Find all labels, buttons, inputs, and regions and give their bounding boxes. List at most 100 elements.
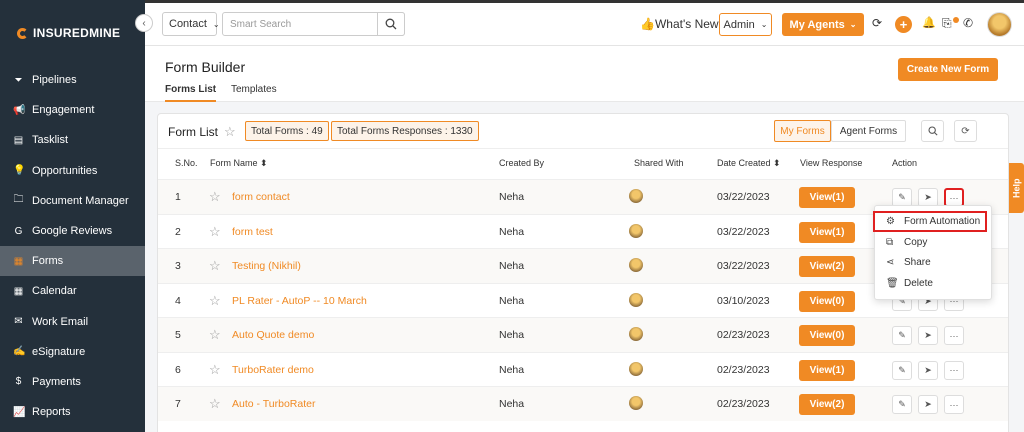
form-name-link[interactable]: Testing (Nikhil) [232, 260, 301, 272]
star-icon[interactable]: ☆ [209, 396, 221, 412]
view-response-button[interactable]: View(1) [799, 187, 855, 208]
menu-item-copy[interactable]: ⧉ Copy [875, 232, 993, 253]
more-actions-button[interactable]: ··· [944, 326, 964, 345]
pencil-icon: ✎ [898, 330, 906, 340]
entity-select-value: Contact [169, 18, 207, 30]
more-actions-button[interactable]: ··· [944, 360, 964, 380]
form-name-link[interactable]: form test [232, 226, 273, 238]
whats-new-link[interactable]: 👍What's New [640, 17, 719, 31]
sidebar-item-engagement[interactable]: 📢 Engagement [0, 95, 145, 125]
sidebar-nav: ⏷ Pipelines 📢 Engagement ▤ Tasklist 💡 Opportuni… [0, 65, 145, 427]
more-actions-button[interactable]: ··· [944, 395, 964, 414]
search-button[interactable] [921, 120, 944, 142]
sidebar-item-esignature[interactable]: ✍ eSignature [0, 337, 145, 367]
search-icon [927, 126, 938, 136]
sidebar-item-pipelines[interactable]: ⏷ Pipelines [0, 65, 145, 95]
menu-item-label: Share [904, 257, 931, 268]
sidebar-item-label: Pipelines [32, 74, 77, 87]
star-icon[interactable]: ☆ [209, 224, 221, 240]
agent-forms-toggle[interactable]: Agent Forms [831, 120, 906, 142]
phone-icon[interactable]: ✆ [963, 16, 973, 30]
card-title-text: Form List [168, 125, 219, 139]
menu-item-delete[interactable]: 🗑 Delete [875, 273, 993, 294]
bell-icon[interactable]: 🔔 [922, 16, 936, 29]
send-button[interactable]: ➤ [918, 395, 938, 414]
date-created: 03/10/2023 [717, 294, 770, 307]
sidebar-item-label: Payments [32, 375, 81, 388]
signature-icon: ✍ [13, 346, 26, 358]
sidebar-item-reports[interactable]: 📈 Reports [0, 397, 145, 427]
col-header-date-created[interactable]: Date Created ⬍ [717, 158, 781, 169]
page-header: Form Builder Forms List Templates Create… [145, 46, 1024, 102]
collapse-sidebar-button[interactable]: ‹ [135, 14, 153, 32]
role-select[interactable]: Admin ⌄ [719, 13, 772, 36]
sidebar-item-label: Work Email [32, 315, 89, 328]
table-row: 5 ☆ Auto Quote demo Neha 02/23/2023 View(0) ✎ ➤… [158, 317, 1008, 352]
sidebar-item-label: Calendar [32, 285, 77, 298]
sidebar-item-opportunities[interactable]: 💡 Opportunities [0, 156, 145, 186]
star-icon[interactable]: ☆ [209, 293, 221, 309]
refresh-icon[interactable]: ⟳ [872, 16, 882, 30]
star-icon[interactable]: ☆ [209, 189, 221, 205]
view-response-button[interactable]: View(1) [799, 359, 855, 381]
top-bar: Contact ⌄ Smart Search 👍What's New Admin… [145, 0, 1024, 46]
entity-select[interactable]: Contact ⌄ [162, 12, 220, 36]
menu-item-form-automation[interactable]: ⚙ Form Automation [873, 211, 987, 232]
total-responses-badge: Total Forms Responses : 1330 [331, 121, 479, 141]
envelope-icon: ✉ [14, 316, 23, 328]
view-response-button[interactable]: View(2) [799, 394, 855, 415]
view-response-button[interactable]: View(1) [799, 221, 855, 243]
page-title: Form Builder [165, 59, 246, 75]
my-forms-toggle[interactable]: My Forms [774, 120, 831, 142]
star-icon[interactable]: ☆ [209, 258, 221, 274]
star-icon[interactable]: ☆ [209, 327, 221, 343]
share-icon: ⋖ [886, 257, 895, 268]
edit-button[interactable]: ✎ [892, 395, 912, 414]
star-icon[interactable]: ☆ [224, 124, 236, 140]
view-response-button[interactable]: View(0) [799, 290, 855, 312]
created-by: Neha [499, 363, 525, 376]
avatar[interactable] [987, 12, 1012, 37]
action-dropdown-menu: ⚙ Form Automation ⧉ Copy ⋖ Share 🗑 Delete [873, 205, 993, 300]
search-button[interactable] [377, 12, 405, 36]
create-new-form-button[interactable]: Create New Form [898, 58, 998, 81]
col-header-form-name[interactable]: Form Name ⬍ [210, 158, 268, 169]
row-sno: 3 [175, 260, 181, 272]
menu-item-share[interactable]: ⋖ Share [875, 252, 993, 273]
form-name-link[interactable]: Auto - TurboRater [232, 398, 315, 410]
my-agents-button[interactable]: My Agents ⌄ [782, 13, 864, 36]
view-response-button[interactable]: View(2) [799, 256, 855, 277]
notification-dot [953, 17, 959, 23]
tab-forms-list[interactable]: Forms List [165, 84, 217, 102]
send-button[interactable]: ➤ [918, 360, 938, 380]
form-name-link[interactable]: PL Rater - AutoP -- 10 March [232, 295, 367, 307]
sidebar-item-work-email[interactable]: ✉ Work Email [0, 307, 145, 337]
col-header-sno: S.No. [175, 158, 198, 168]
sidebar-item-calendar[interactable]: ▦ Calendar [0, 276, 145, 306]
logout-icon[interactable]: ⎘ [942, 16, 952, 31]
edit-button[interactable]: ✎ [892, 360, 912, 380]
col-header-action: Action [892, 158, 918, 168]
sidebar-item-forms[interactable]: ▦ Forms [0, 246, 145, 277]
view-response-button[interactable]: View(0) [799, 325, 855, 346]
send-icon: ➤ [924, 399, 932, 409]
tab-templates[interactable]: Templates [231, 84, 277, 95]
sidebar-item-document-manager[interactable]: 🗀 Document Manager [0, 186, 145, 216]
add-button[interactable]: + [895, 16, 912, 33]
form-name-link[interactable]: Auto Quote demo [232, 329, 314, 341]
logo[interactable]: INSUREDMINE [17, 26, 120, 40]
send-button[interactable]: ➤ [918, 326, 938, 345]
sidebar-item-google-reviews[interactable]: G Google Reviews [0, 216, 145, 246]
dollar-icon: $ [15, 376, 22, 388]
google-icon: G [14, 225, 23, 237]
help-tab[interactable]: Help [1009, 163, 1024, 213]
sidebar-item-tasklist[interactable]: ▤ Tasklist [0, 125, 145, 155]
sidebar-item-payments[interactable]: $ Payments [0, 367, 145, 397]
form-name-link[interactable]: TurboRater demo [232, 364, 314, 376]
edit-button[interactable]: ✎ [892, 326, 912, 345]
col-header-shared-with: Shared With [634, 158, 684, 168]
form-name-link[interactable]: form contact [232, 191, 290, 203]
star-icon[interactable]: ☆ [209, 362, 221, 378]
refresh-button[interactable]: ⟳ [954, 120, 977, 142]
lightbulb-icon: 💡 [13, 165, 26, 177]
